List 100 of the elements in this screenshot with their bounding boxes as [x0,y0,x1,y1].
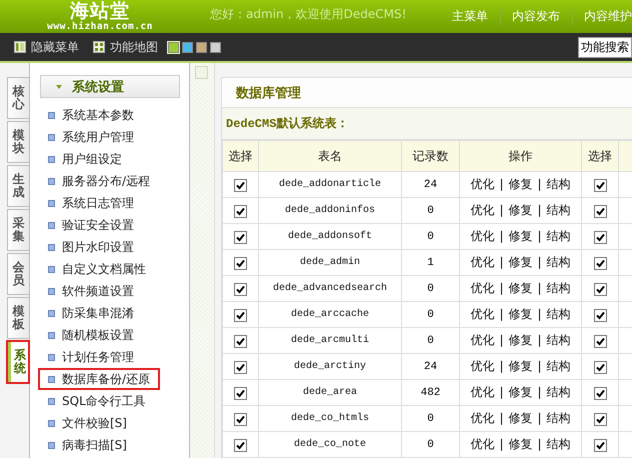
menu-item[interactable]: 验证安全设置 [40,214,172,236]
checkbox[interactable] [234,308,247,322]
action-link[interactable]: 优化 [470,203,494,217]
action-link[interactable]: 结构 [546,203,571,217]
action-link[interactable]: 修复 [508,177,532,191]
table-cell: 0 [402,328,460,354]
checkbox[interactable] [234,386,247,400]
checkbox[interactable] [234,360,247,374]
side-tab[interactable]: 核心 [7,77,29,119]
checkbox[interactable] [594,282,606,296]
checkbox[interactable] [594,308,606,322]
checkbox[interactable] [594,204,606,218]
skin-swatch[interactable] [210,42,221,52]
side-tab[interactable]: 模块 [7,121,29,163]
table-cell: 0 [402,432,460,458]
separator: | [538,333,542,347]
action-link[interactable]: 修复 [508,203,532,217]
separator: | [538,177,542,191]
menu-item[interactable]: 计划任务管理 [40,346,172,368]
menu-item[interactable]: 数据库备份/还原 [38,368,160,390]
action-link[interactable]: 修复 [508,359,532,373]
action-link[interactable]: 优化 [470,411,494,425]
action-link[interactable]: 优化 [470,229,494,243]
action-link[interactable]: 结构 [546,385,571,399]
section-header[interactable]: 系统设置 [40,75,180,98]
checkbox[interactable] [234,282,247,296]
menu-item[interactable]: 系统基本参数 [40,104,172,126]
skin-swatch[interactable] [182,42,193,52]
action-link[interactable]: 结构 [546,411,571,425]
checkbox[interactable] [594,438,606,452]
menu-item[interactable]: 系统用户管理 [40,126,172,148]
action-link[interactable]: 修复 [508,333,532,347]
action-link[interactable]: 修复 [508,411,532,425]
toolbar-link[interactable]: 隐藏菜单 [31,38,79,56]
checkbox[interactable] [234,334,247,348]
menu-item[interactable]: 用户组设定 [40,148,172,170]
action-link[interactable]: 结构 [546,359,571,373]
checkbox[interactable] [594,256,606,270]
action-link[interactable]: 结构 [546,281,571,295]
bullet-icon [48,376,55,382]
action-link[interactable]: 修复 [508,307,532,321]
table-cell: dede_addoninfos [258,198,402,224]
search-button[interactable]: 功能搜索 [578,36,632,58]
action-link[interactable]: 修复 [508,385,532,399]
action-link[interactable]: 修复 [508,281,532,295]
checkbox[interactable] [594,334,606,348]
checkbox[interactable] [594,360,606,374]
menu-item[interactable]: 系统日志管理 [40,192,172,214]
bullet-icon [48,398,55,404]
side-tab[interactable]: 生成 [7,165,29,207]
menu-item[interactable]: 软件频道设置 [40,280,172,302]
menu-item[interactable]: 图片水印设置 [40,236,172,258]
action-link[interactable]: 修复 [508,229,532,243]
toolbar-link[interactable]: 功能地图 [110,38,158,56]
action-link[interactable]: 优化 [470,255,494,269]
table-cell: dede_advancedsearch [258,276,402,302]
action-link[interactable]: 结构 [546,437,571,451]
checkbox[interactable] [234,256,247,270]
side-tab[interactable]: 会员 [7,253,29,295]
checkbox[interactable] [234,204,247,218]
checkbox[interactable] [594,178,606,192]
menu-item[interactable]: 防采集串混淆 [40,302,172,324]
action-link[interactable]: 结构 [546,229,571,243]
menu-item[interactable]: 服务器分布/远程 [40,170,172,192]
checkbox[interactable] [234,412,247,426]
checkbox[interactable] [594,386,606,400]
table-cell: 0 [402,276,460,302]
action-link[interactable]: 优化 [470,359,494,373]
menu-item[interactable]: 自定义文档属性 [40,258,172,280]
menu-item[interactable]: 文件校验[S] [40,412,172,434]
action-link[interactable]: 优化 [470,385,494,399]
menu-item[interactable]: 病毒扫描[S] [40,434,172,456]
action-link[interactable]: 结构 [546,255,571,269]
table-cell: 0 [402,406,460,432]
checkbox[interactable] [234,438,247,452]
action-link[interactable]: 优化 [470,437,494,451]
checkbox[interactable] [234,178,247,192]
action-link[interactable]: 优化 [470,307,494,321]
skin-swatch[interactable] [168,42,179,52]
side-tab[interactable]: 采集 [7,209,29,251]
bullet-icon [48,266,55,272]
side-tab[interactable]: 模板 [7,297,29,339]
action-link[interactable]: 优化 [470,177,494,191]
action-link[interactable]: 修复 [508,255,532,269]
side-tab[interactable]: 系统 [7,341,29,383]
checkbox[interactable] [594,412,606,426]
separator: | [538,307,542,321]
action-link[interactable]: 修复 [508,437,532,451]
skin-swatch[interactable] [196,42,207,52]
menu-item[interactable]: SQL命令行工具 [40,390,172,412]
action-link[interactable]: 结构 [546,333,571,347]
action-link[interactable]: 结构 [546,177,571,191]
menu-item[interactable]: 随机模板设置 [40,324,172,346]
action-link[interactable]: 优化 [470,281,494,295]
action-link[interactable]: 优化 [470,333,494,347]
table-cell: 482 [402,380,460,406]
action-link[interactable]: 结构 [546,307,571,321]
column-header: 选择 [222,140,258,172]
checkbox[interactable] [594,230,606,244]
checkbox[interactable] [234,230,247,244]
